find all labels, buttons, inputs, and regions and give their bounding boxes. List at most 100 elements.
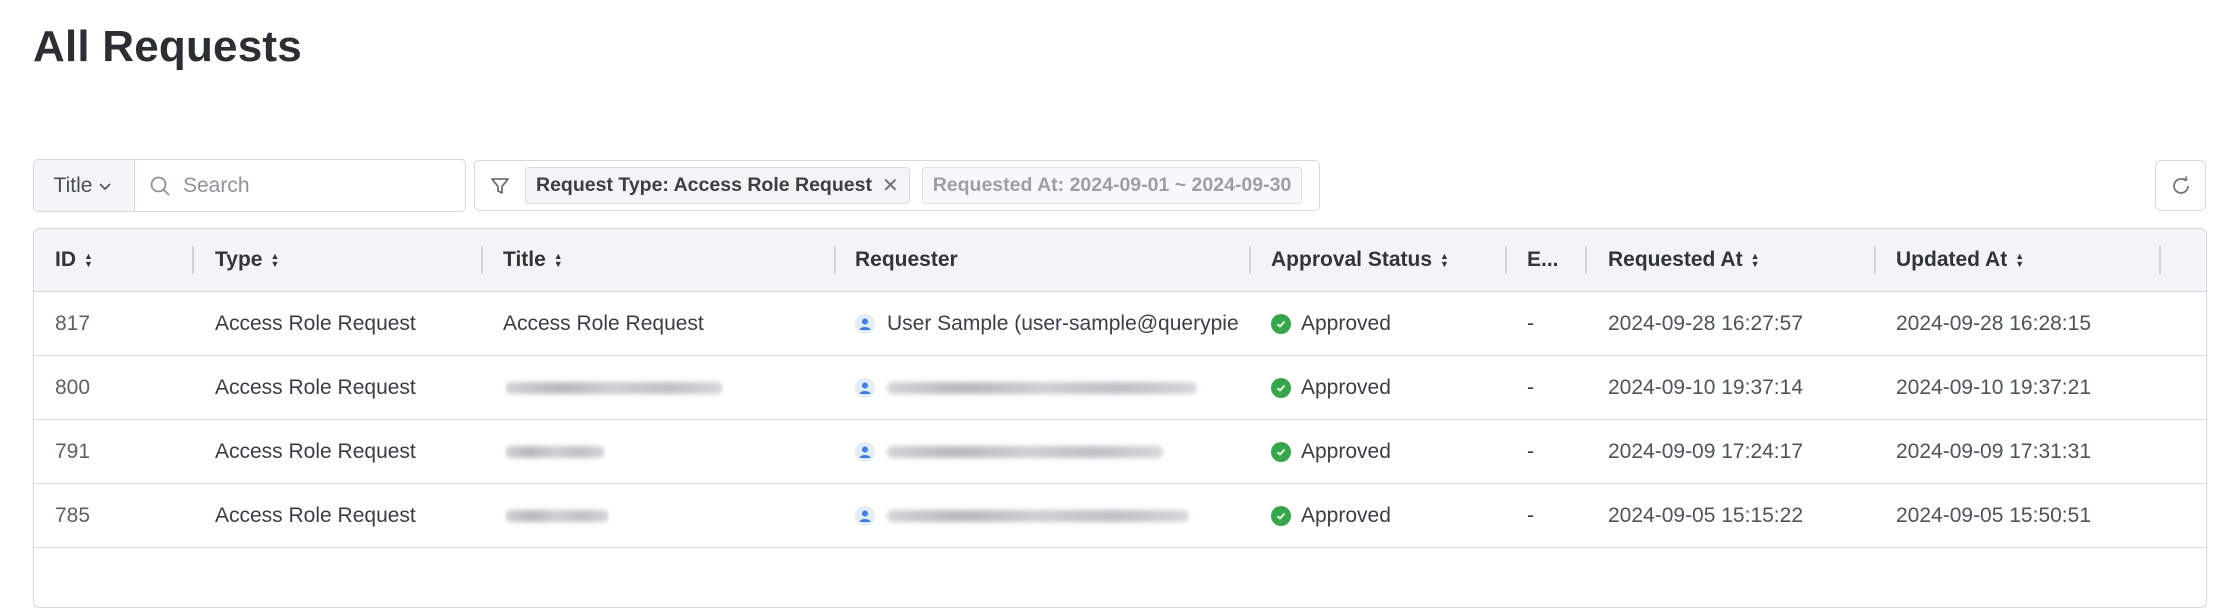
search-field-label: Title	[53, 173, 93, 197]
sort-icon[interactable]: ▲ ▼	[270, 252, 279, 269]
cell-requester	[855, 356, 1249, 419]
column-header-type[interactable]: Type ▲ ▼	[215, 229, 279, 291]
cell-updated-at: 2024-09-28 16:28:15	[1896, 311, 2091, 335]
search-group: Title	[33, 159, 466, 212]
cell-type: Access Role Request	[215, 375, 416, 399]
status-label: Approved	[1301, 439, 1391, 463]
cell-approval-status: Approved	[1271, 356, 1391, 419]
redacted-text	[505, 445, 605, 458]
requests-table: ID ▲ ▼ Type ▲ ▼ Title ▲ ▼ Requester Approval S…	[33, 228, 2207, 608]
cell-requested-at: 2024-09-10 19:37:14	[1608, 375, 1803, 399]
check-circle-icon	[1271, 441, 1291, 462]
cell-id: 785	[55, 503, 91, 527]
column-divider[interactable]	[192, 246, 194, 274]
column-header-id[interactable]: ID ▲ ▼	[55, 229, 93, 291]
cell-updated-at: 2024-09-10 19:37:21	[1896, 375, 2091, 399]
cell-updated-at: 2024-09-05 15:50:51	[1896, 503, 2091, 527]
column-divider[interactable]	[1505, 246, 1507, 274]
table-row[interactable]: 817 Access Role Request Access Role Requ…	[34, 292, 2206, 356]
redacted-text	[505, 509, 609, 522]
column-label: E...	[1527, 248, 1559, 271]
column-label: Requested At	[1608, 248, 1743, 271]
table-row[interactable]: 791 Access Role Request Approved - 2024-…	[34, 420, 2206, 484]
column-header-title[interactable]: Title ▲ ▼	[503, 229, 563, 291]
cell-type: Access Role Request	[215, 503, 416, 527]
sort-icon[interactable]: ▲ ▼	[2015, 252, 2024, 269]
cell-requester	[855, 420, 1249, 483]
cell-e: -	[1527, 311, 1534, 335]
search-box	[135, 160, 465, 211]
cell-title	[505, 356, 723, 419]
column-header-requested-at[interactable]: Requested At ▲ ▼	[1608, 229, 1760, 291]
filter-chip-requested-at[interactable]: Requested At: 2024-09-01 ~ 2024-09-30	[921, 167, 1303, 204]
column-label: ID	[55, 248, 76, 271]
cell-approval-status: Approved	[1271, 420, 1391, 483]
column-label: Approval Status	[1271, 248, 1433, 271]
cell-id: 800	[55, 375, 91, 399]
column-header-updated-at[interactable]: Updated At ▲ ▼	[1896, 229, 2024, 291]
refresh-button[interactable]	[2155, 160, 2206, 211]
cell-requester: User Sample (user-sample@querypie	[855, 292, 1249, 355]
filter-icon[interactable]	[487, 173, 513, 199]
redacted-text	[887, 381, 1197, 394]
sort-icon[interactable]: ▲ ▼	[84, 252, 93, 269]
cell-updated-at: 2024-09-09 17:31:31	[1896, 439, 2091, 463]
column-header-e[interactable]: E...	[1527, 229, 1559, 291]
filter-chip-label: Requested At: 2024-09-01 ~ 2024-09-30	[932, 174, 1292, 196]
column-label: Updated At	[1896, 248, 2008, 271]
cell-requested-at: 2024-09-28 16:27:57	[1608, 311, 1803, 335]
column-label: Requester	[855, 248, 958, 271]
cell-requester	[855, 484, 1249, 547]
column-divider[interactable]	[1585, 246, 1587, 274]
user-icon	[855, 441, 875, 462]
column-divider[interactable]	[481, 246, 483, 274]
user-icon	[855, 377, 875, 398]
table-row[interactable]: 785 Access Role Request Approved - 2024-…	[34, 484, 2206, 548]
status-label: Approved	[1301, 375, 1391, 399]
column-divider[interactable]	[2159, 246, 2161, 274]
search-field-select[interactable]: Title	[34, 160, 135, 211]
status-label: Approved	[1301, 311, 1391, 335]
column-label: Title	[503, 248, 546, 271]
chevron-down-icon	[99, 182, 112, 190]
table-row[interactable]: 800 Access Role Request Approved - 2024-…	[34, 356, 2206, 420]
cell-id: 817	[55, 311, 91, 335]
cell-approval-status: Approved	[1271, 484, 1391, 547]
check-circle-icon	[1271, 377, 1291, 398]
column-divider[interactable]	[1874, 246, 1876, 274]
user-icon	[855, 505, 875, 526]
status-label: Approved	[1301, 503, 1391, 527]
requester-name: User Sample (user-sample@querypie	[887, 311, 1239, 335]
cell-e: -	[1527, 503, 1534, 527]
user-icon	[855, 313, 875, 334]
cell-title	[505, 420, 605, 483]
cell-id: 791	[55, 439, 91, 463]
toolbar: Title Request Type: Access Role Request …	[33, 159, 1320, 212]
column-header-approval-status[interactable]: Approval Status ▲ ▼	[1271, 229, 1449, 291]
search-input[interactable]	[181, 172, 445, 199]
redacted-text	[505, 381, 723, 394]
sort-icon[interactable]: ▲ ▼	[1751, 252, 1760, 269]
cell-title	[505, 484, 609, 547]
close-icon[interactable]: ✕	[882, 173, 899, 198]
sort-icon[interactable]: ▲ ▼	[1440, 252, 1449, 269]
sort-icon[interactable]: ▲ ▼	[554, 252, 563, 269]
cell-e: -	[1527, 375, 1534, 399]
redacted-text	[887, 509, 1189, 522]
cell-approval-status: Approved	[1271, 292, 1391, 355]
column-header-requester[interactable]: Requester	[855, 229, 958, 291]
cell-type: Access Role Request	[215, 439, 416, 463]
column-divider[interactable]	[834, 246, 836, 274]
cell-requested-at: 2024-09-05 15:15:22	[1608, 503, 1803, 527]
search-icon	[150, 176, 170, 196]
cell-requested-at: 2024-09-09 17:24:17	[1608, 439, 1803, 463]
column-label: Type	[215, 248, 263, 271]
filter-chip-label: Request Type: Access Role Request	[536, 174, 872, 196]
cell-e: -	[1527, 439, 1534, 463]
page-title: All Requests	[33, 22, 302, 71]
column-divider[interactable]	[1249, 246, 1251, 274]
table-header: ID ▲ ▼ Type ▲ ▼ Title ▲ ▼ Requester Approval S…	[34, 229, 2206, 292]
filter-chip-request-type[interactable]: Request Type: Access Role Request ✕	[525, 167, 910, 204]
redacted-text	[887, 445, 1163, 458]
check-circle-icon	[1271, 313, 1291, 334]
